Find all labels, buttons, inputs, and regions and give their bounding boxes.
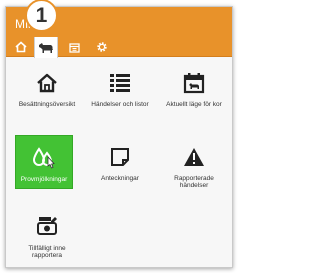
tile-label: Händelser och listor <box>91 101 149 108</box>
cow-icon <box>39 42 53 53</box>
tile-label: Besättningsöversikt <box>18 101 76 108</box>
home-icon <box>15 41 27 53</box>
nav-settings-button[interactable] <box>94 39 110 55</box>
tile-label: Provmjölkningar <box>20 176 68 183</box>
nav-cow-button[interactable] <box>34 37 58 58</box>
tile-current-status[interactable]: Aktuellt läge för kor <box>164 61 224 123</box>
tile-reported-events[interactable]: Rapporterade händelser <box>164 135 224 197</box>
nav-home-button[interactable] <box>13 39 29 55</box>
tile-label: Tillfälligt inne rapportera <box>28 245 66 259</box>
tile-events-lists[interactable]: Händelser och listor <box>90 61 150 123</box>
tile-milk-recordings[interactable]: Provmjölkningar <box>15 135 73 189</box>
calendar-cow-icon <box>181 70 207 96</box>
milk-drops-icon <box>31 145 57 171</box>
tile-temp-indoor[interactable]: Tillfälligt inne rapportera <box>17 205 77 267</box>
menu-panel: Min Besättningsöversikt Händelser och li… <box>5 6 233 268</box>
nav-calendar-button[interactable] <box>66 39 82 55</box>
warning-icon <box>181 144 207 170</box>
tile-herd-overview[interactable]: Besättningsöversikt <box>17 61 77 123</box>
calendar-icon <box>68 42 80 53</box>
house-outline-icon <box>34 70 60 96</box>
tile-label: Anteckningar <box>101 175 139 182</box>
list-icon <box>107 70 133 96</box>
gear-icon <box>97 42 107 52</box>
step-number-badge: 1 <box>25 0 58 32</box>
nav-bar <box>6 37 232 58</box>
cow-report-icon <box>34 214 60 240</box>
tile-label: Aktuellt läge för kor <box>166 101 222 108</box>
note-icon <box>107 144 133 170</box>
tile-notes[interactable]: Anteckningar <box>90 135 150 197</box>
tile-label: Rapporterade händelser <box>174 175 214 189</box>
